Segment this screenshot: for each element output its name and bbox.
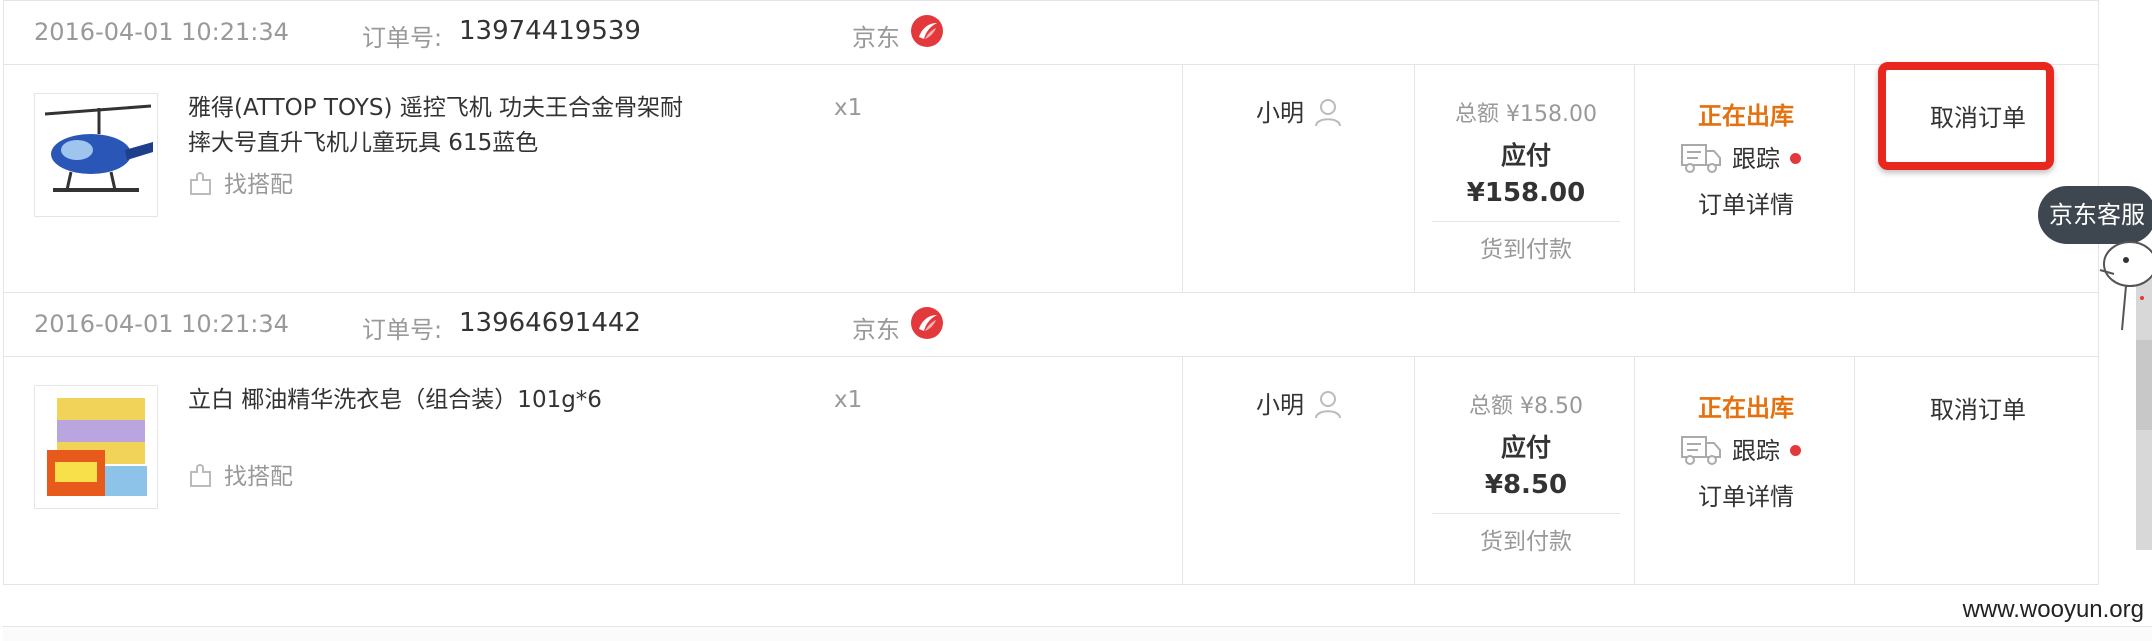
pay-method: 货到付款: [1480, 237, 1572, 263]
product-name-link[interactable]: 雅得(ATTOP TOYS) 遥控飞机 功夫王合金骨架耐摔大号直升飞机儿童玩具 …: [188, 91, 688, 161]
jd-logo-icon[interactable]: [910, 306, 944, 340]
recipient[interactable]: 小明: [1256, 93, 1342, 128]
pay-label: 应付: [1500, 141, 1551, 170]
highlight-box: [1878, 62, 2054, 170]
track-label: 跟踪: [1732, 145, 1780, 173]
order-detail-link[interactable]: 订单详情: [1636, 185, 1856, 220]
order-total: 总额 ¥158.00: [1455, 102, 1597, 127]
order-header: 2016-04-01 10:21:34 订单号: 13964691442 京东: [4, 293, 2098, 357]
shop-name[interactable]: 京东: [852, 310, 900, 345]
soap-pack-image: [35, 386, 157, 508]
item-quantity: x1: [834, 95, 863, 121]
order-status: 正在出库: [1698, 102, 1794, 130]
find-match-label: 找搭配: [224, 172, 293, 198]
order-number: 13974419539: [459, 16, 641, 46]
order-card: 2016-04-01 10:21:34 订单号: 13974419539 京东 …: [3, 0, 2099, 293]
column-divider: [1182, 65, 1183, 292]
jd-logo-icon[interactable]: [910, 14, 944, 48]
item-quantity: x1: [834, 387, 863, 413]
order-date: 2016-04-01 10:21:34: [34, 18, 289, 46]
cancel-order-button[interactable]: 取消订单: [1856, 390, 2100, 425]
pay-divider: [1432, 513, 1620, 514]
delivery-truck-icon: [1681, 144, 1721, 173]
user-icon: [1315, 391, 1341, 419]
side-toolbar-tab[interactable]: [2136, 340, 2152, 430]
order-total: 总额 ¥8.50: [1469, 394, 1583, 419]
bottom-strip: [3, 626, 2152, 641]
watermark: www.wooyun.org: [1962, 596, 2144, 623]
track-link[interactable]: 跟踪: [1680, 431, 1801, 467]
shop-name[interactable]: 京东: [852, 18, 900, 53]
track-link[interactable]: 跟踪: [1680, 139, 1801, 175]
pay-amount: ¥158.00: [1466, 178, 1586, 208]
user-icon: [1315, 99, 1341, 127]
order-status: 正在出库: [1698, 394, 1794, 422]
order-number-label: 订单号:: [362, 24, 443, 52]
product-thumbnail[interactable]: [34, 385, 158, 509]
column-divider: [1414, 357, 1415, 584]
helicopter-image: [35, 94, 157, 216]
column-divider: [1182, 357, 1183, 584]
order-header: 2016-04-01 10:21:34 订单号: 13974419539 京东: [4, 1, 2098, 65]
order-detail-link[interactable]: 订单详情: [1636, 477, 1856, 512]
order-number-label: 订单号:: [362, 316, 443, 344]
order-number: 13964691442: [459, 308, 641, 338]
pay-divider: [1432, 221, 1620, 222]
order-date: 2016-04-01 10:21:34: [34, 310, 289, 338]
track-label: 跟踪: [1732, 437, 1780, 465]
pay-amount: ¥8.50: [1484, 470, 1568, 500]
recipient-name: 小明: [1256, 391, 1304, 419]
puzzle-icon: [190, 464, 211, 487]
pay-method: 货到付款: [1480, 529, 1572, 555]
puzzle-icon: [190, 172, 211, 195]
notification-dot: [1790, 445, 1801, 456]
product-name-link[interactable]: 立白 椰油精华洗衣皂（组合装）101g*6: [188, 383, 688, 418]
find-match-link[interactable]: 找搭配: [188, 165, 293, 199]
find-match-link[interactable]: 找搭配: [188, 457, 293, 491]
notification-dot: [1790, 153, 1801, 164]
recipient-name: 小明: [1256, 99, 1304, 127]
product-thumbnail[interactable]: [34, 93, 158, 217]
recipient[interactable]: 小明: [1256, 385, 1342, 420]
mascot-icon[interactable]: [2086, 230, 2152, 340]
delivery-truck-icon: [1681, 436, 1721, 465]
find-match-label: 找搭配: [224, 464, 293, 490]
pay-label: 应付: [1500, 433, 1551, 462]
column-divider: [1414, 65, 1415, 292]
order-card: 2016-04-01 10:21:34 订单号: 13964691442 京东 …: [3, 292, 2099, 585]
